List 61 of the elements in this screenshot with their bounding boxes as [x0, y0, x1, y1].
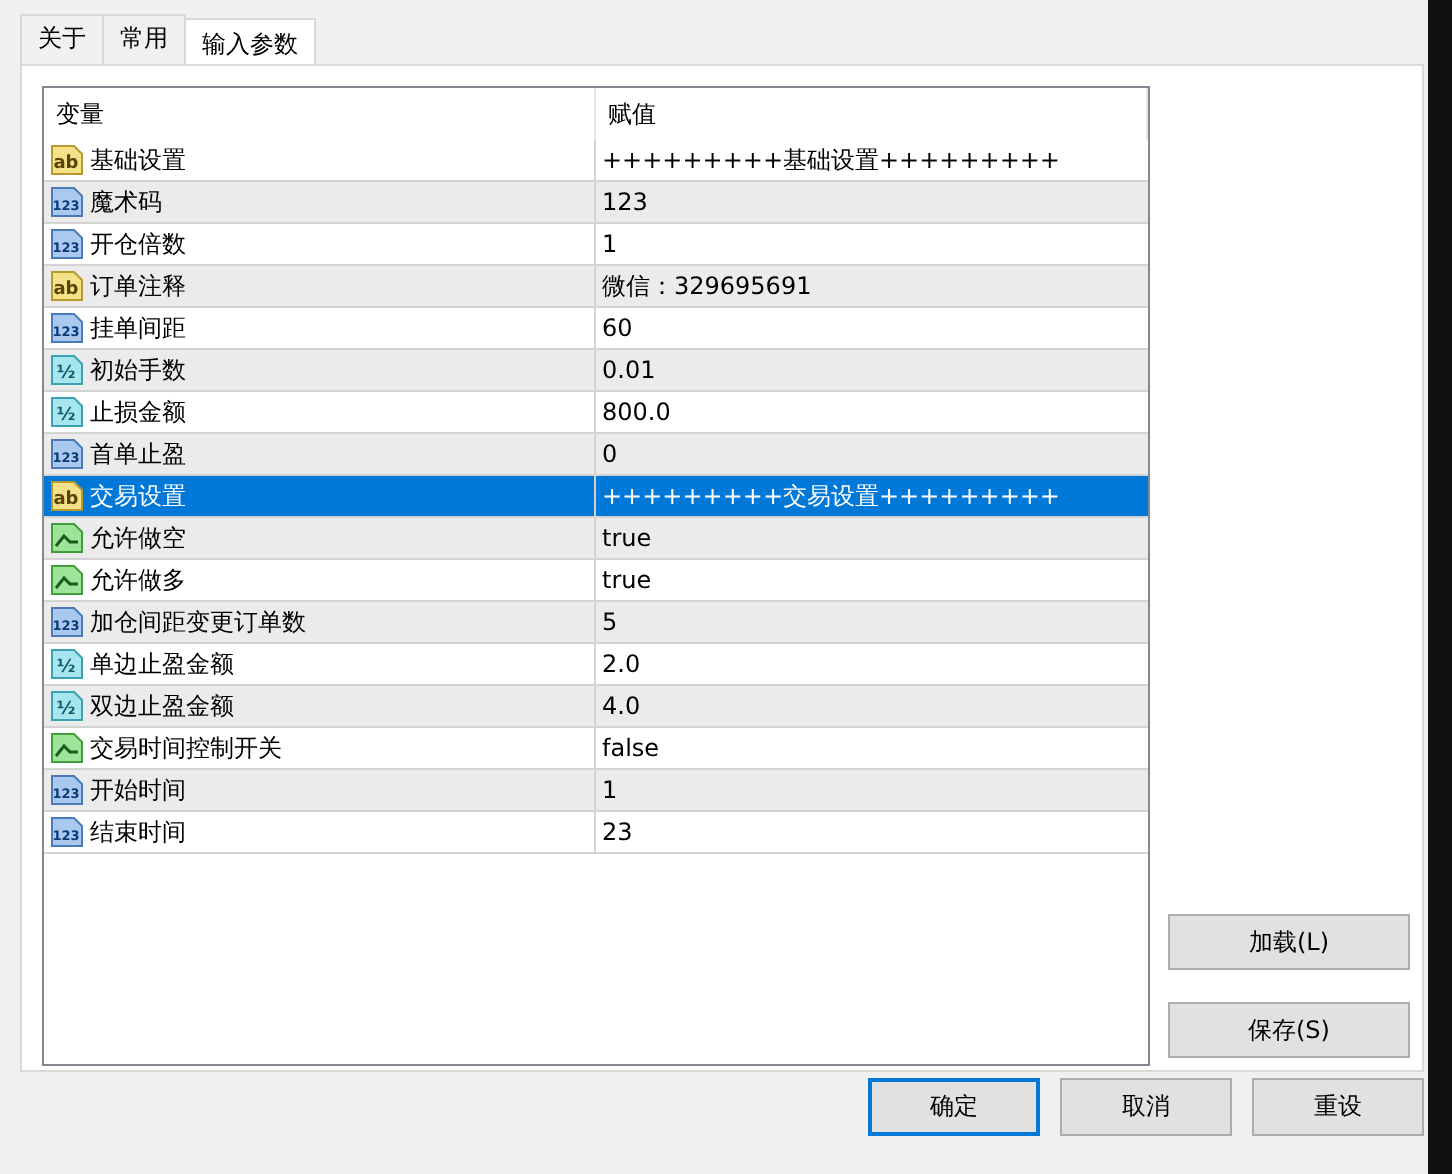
- parameter-name: 结束时间: [90, 815, 186, 849]
- parameter-name: 加仓间距变更订单数: [90, 605, 306, 639]
- parameter-value: 0.01: [602, 356, 656, 384]
- parameter-name: 订单注释: [90, 269, 186, 303]
- parameter-name: 开仓倍数: [90, 227, 186, 261]
- parameter-value: 23: [602, 818, 633, 846]
- dialog-button[interactable]: 重设: [1252, 1078, 1424, 1136]
- number-type-icon: ½: [50, 690, 84, 722]
- dialog-button[interactable]: 取消: [1060, 1078, 1232, 1136]
- parameter-value: 4.0: [602, 692, 641, 720]
- table-row[interactable]: 允许做空 true: [44, 518, 1148, 560]
- parameter-name: 首单止盈: [90, 437, 186, 471]
- table-row[interactable]: 交易时间控制开关 false: [44, 728, 1148, 770]
- tab[interactable]: 关于: [20, 14, 104, 64]
- parameter-value: 1: [602, 230, 618, 258]
- parameter-value: true: [602, 524, 652, 552]
- parameter-name: 交易设置: [90, 479, 186, 513]
- parameter-name: 挂单间距: [90, 311, 186, 345]
- parameter-value: false: [602, 734, 660, 762]
- parameter-name: 开始时间: [90, 773, 186, 807]
- table-row[interactable]: ab 基础设置 +++++++++基础设置+++++++++: [44, 140, 1148, 182]
- table-row[interactable]: ½ 初始手数 0.01: [44, 350, 1148, 392]
- table-row[interactable]: 允许做多 true: [44, 560, 1148, 602]
- table-row[interactable]: ½ 止损金额 800.0: [44, 392, 1148, 434]
- boolean-type-icon: [50, 564, 84, 596]
- parameter-name: 魔术码: [90, 185, 162, 219]
- side-button[interactable]: 保存(S): [1168, 1002, 1410, 1058]
- parameter-name: 止损金额: [90, 395, 186, 429]
- parameter-name: 初始手数: [90, 353, 186, 387]
- text-type-icon: ab: [50, 270, 84, 302]
- parameter-value: 微信：329695691: [602, 269, 812, 303]
- text-type-icon: ab: [50, 144, 84, 176]
- side-button[interactable]: 加载(L): [1168, 914, 1410, 970]
- dialog-button[interactable]: 确定: [868, 1078, 1040, 1136]
- parameter-name: 单边止盈金额: [90, 647, 234, 681]
- number-type-icon: ½: [50, 396, 84, 428]
- number-type-icon: ½: [50, 648, 84, 680]
- boolean-type-icon: [50, 732, 84, 764]
- table-row[interactable]: ab 订单注释 微信：329695691: [44, 266, 1148, 308]
- parameter-value: +++++++++交易设置+++++++++: [602, 479, 1060, 513]
- boolean-type-icon: [50, 522, 84, 554]
- table-row[interactable]: ½ 双边止盈金额 4.0: [44, 686, 1148, 728]
- parameter-value: 800.0: [602, 398, 671, 426]
- parameter-value: 123: [602, 188, 648, 216]
- text-type-icon: ab: [50, 480, 84, 512]
- parameter-value: +++++++++基础设置+++++++++: [602, 143, 1060, 177]
- parameter-value: true: [602, 566, 652, 594]
- parameter-name: 允许做多: [90, 563, 186, 597]
- number-type-icon: ½: [50, 354, 84, 386]
- parameter-name: 允许做空: [90, 521, 186, 555]
- table-row[interactable]: ½ 单边止盈金额 2.0: [44, 644, 1148, 686]
- tab[interactable]: 输入参数: [184, 18, 316, 64]
- parameter-name: 双边止盈金额: [90, 689, 234, 723]
- parameter-value: 5: [602, 608, 618, 636]
- parameter-name: 交易时间控制开关: [90, 731, 282, 765]
- parameter-name: 基础设置: [90, 143, 186, 177]
- parameter-value: 1: [602, 776, 618, 804]
- parameter-value: 2.0: [602, 650, 641, 678]
- parameter-value: 0: [602, 440, 618, 468]
- parameter-value: 60: [602, 314, 633, 342]
- table-row[interactable]: ab 交易设置 +++++++++交易设置+++++++++: [44, 476, 1148, 518]
